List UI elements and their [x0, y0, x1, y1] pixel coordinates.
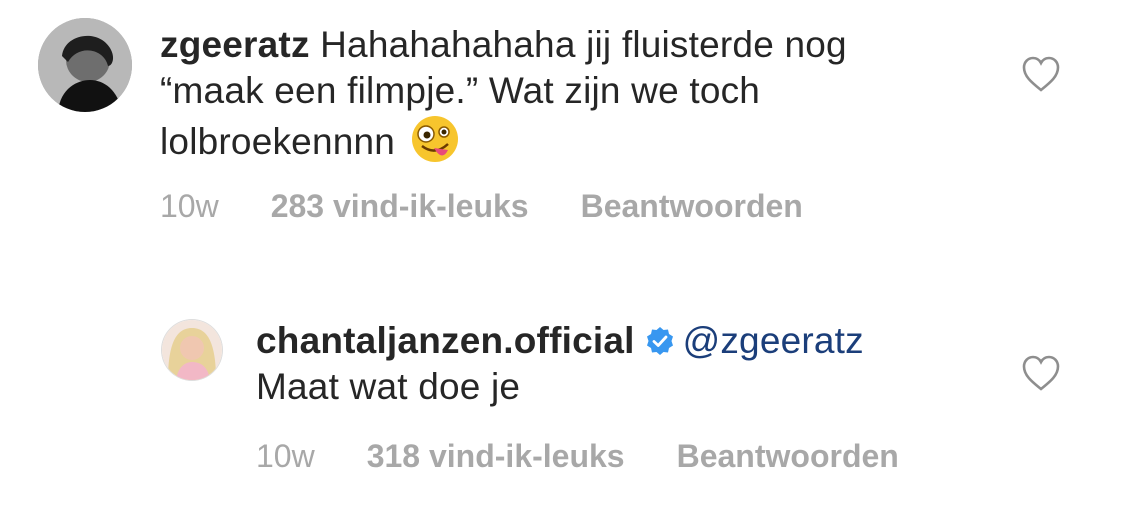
comment-text-line: lolbroekennnn: [160, 121, 396, 162]
reply-button[interactable]: Beantwoorden: [581, 188, 803, 225]
comment-text: chantaljanzen.official @zgeeratz Maat wa…: [256, 318, 996, 410]
comment-likes[interactable]: 283 vind-ik-leuks: [271, 188, 529, 225]
zany-face-emoji-icon: [410, 114, 460, 164]
comment-text-line: Hahahahahaha jij fluisterde nog: [320, 24, 847, 65]
comment-text-line: Maat wat doe je: [256, 366, 521, 407]
verified-badge-icon: [645, 321, 675, 355]
comment-text-line: “maak een filmpje.” Wat zijn we toch: [160, 70, 761, 111]
like-heart-icon[interactable]: [1021, 55, 1061, 93]
comment-username[interactable]: zgeeratz: [160, 24, 310, 65]
comment-likes[interactable]: 318 vind-ik-leuks: [367, 438, 625, 475]
comment-username[interactable]: chantaljanzen.official: [256, 320, 635, 361]
comment-text: zgeeratz Hahahahahaha jij fluisterde nog…: [160, 22, 980, 165]
avatar[interactable]: [162, 320, 222, 380]
comment-time: 10w: [160, 188, 219, 224]
comment-meta: 10w 283 vind-ik-leuks Beantwoorden: [160, 188, 803, 225]
comment-meta: 10w 318 vind-ik-leuks Beantwoorden: [256, 438, 899, 475]
reply-button[interactable]: Beantwoorden: [677, 438, 899, 475]
mention-link[interactable]: @zgeeratz: [683, 320, 864, 361]
avatar[interactable]: [38, 18, 132, 112]
comment-time: 10w: [256, 438, 315, 474]
like-heart-icon[interactable]: [1021, 354, 1061, 392]
